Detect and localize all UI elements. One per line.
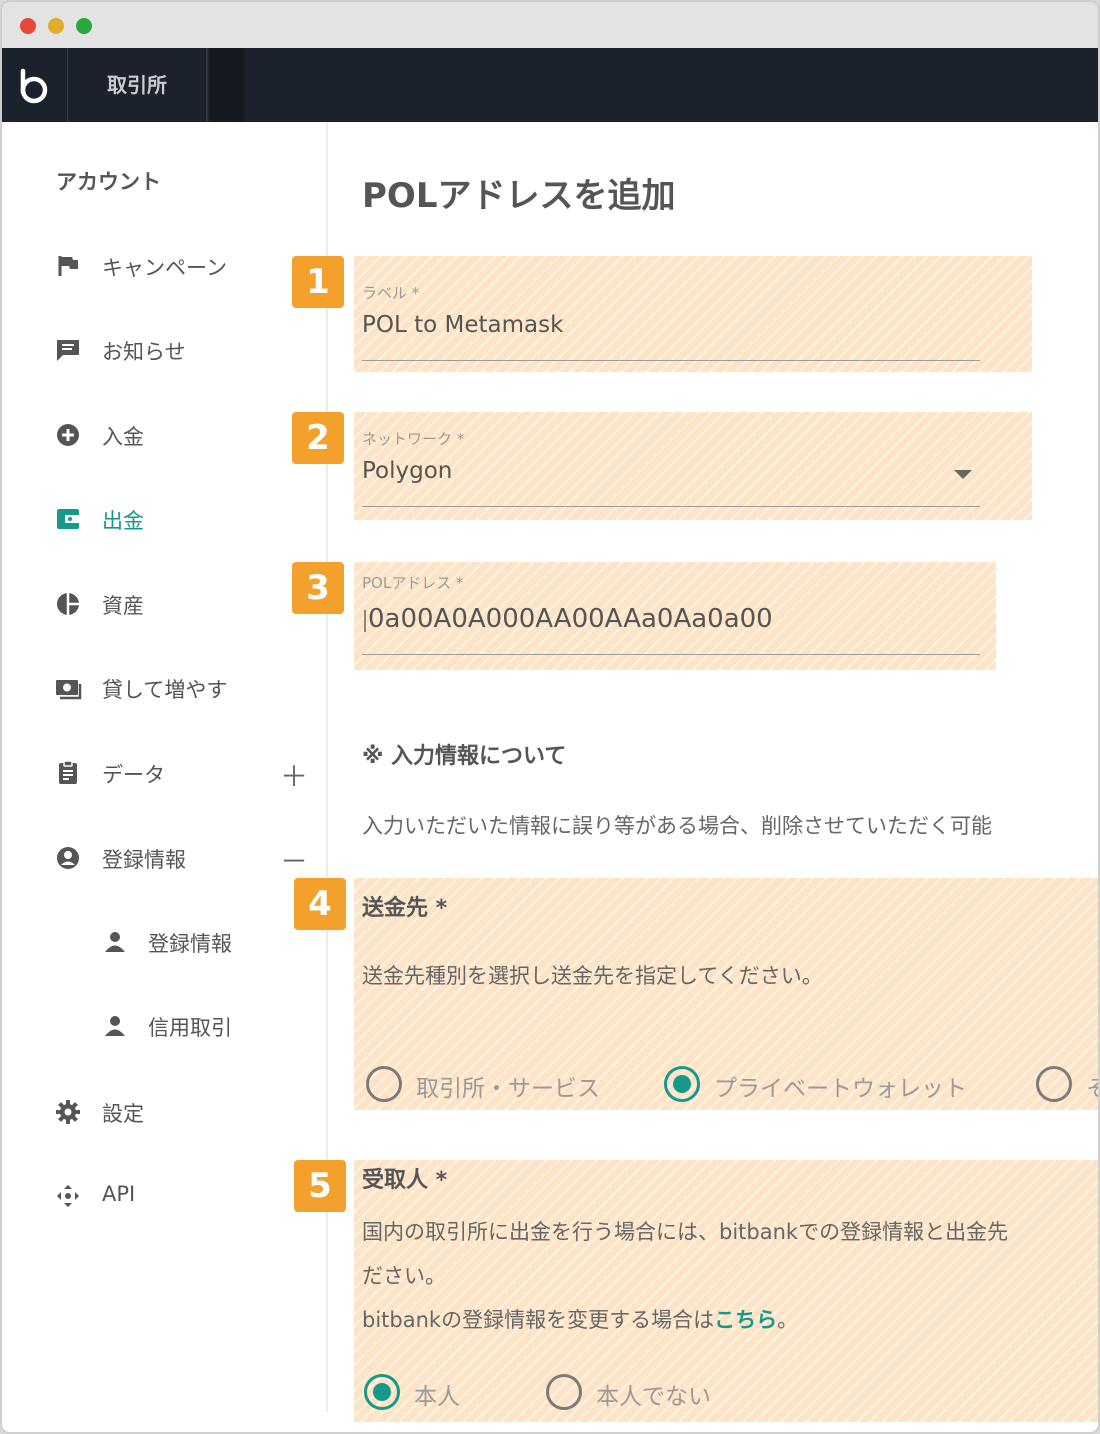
close-window-button[interactable]	[20, 18, 36, 34]
bitbank-logo[interactable]	[2, 48, 68, 122]
person-icon	[105, 932, 125, 952]
network-select-label: ネットワーク *	[362, 430, 465, 448]
sidebar-item-label: 登録情報	[148, 932, 232, 956]
label-field[interactable]: ラベル * POL to Metamask	[354, 256, 1032, 372]
radio-circle	[366, 1066, 402, 1102]
destination-section: 送金先 * 送金先種別を選択し送金先を指定してください。 取引所・サービス プラ…	[354, 878, 1098, 1110]
bitbank-logo-icon	[20, 68, 48, 104]
sidebar-item-settings[interactable]: 設定	[54, 1092, 314, 1132]
address-field-label: POLアドレス *	[362, 574, 464, 592]
recipient-section: 受取人 * 国内の取引所に出金を行う場合には、bitbankでの登録情報と出金先…	[354, 1160, 1098, 1422]
collapse-toggle[interactable]: －	[280, 840, 308, 880]
input-underline	[362, 654, 980, 655]
account-circle-icon	[57, 847, 79, 869]
sidebar-item-withdraw[interactable]: 出金	[54, 499, 314, 539]
app-header: 取引所	[2, 48, 1098, 122]
step-badge-4: 4	[294, 878, 346, 930]
clipboard-icon	[59, 760, 77, 784]
plus-circle-icon	[57, 424, 79, 446]
flag-icon	[58, 256, 78, 276]
maximize-window-button[interactable]	[76, 18, 92, 34]
step-badge-5: 5	[294, 1160, 346, 1212]
nav-spacer	[210, 48, 244, 122]
radio-label: プライベートウォレット	[714, 1076, 967, 1102]
pie-chart-icon	[57, 592, 80, 616]
nav-tab-exchange[interactable]: 取引所	[68, 48, 208, 122]
sidebar-item-deposit[interactable]: 入金	[54, 415, 314, 455]
recipient-text-line2: ださい。	[362, 1264, 446, 1288]
network-select-value[interactable]: Polygon	[362, 458, 452, 484]
address-field-input[interactable]: 0a00A0A000AA00AAa0Aa0a00	[368, 604, 773, 634]
sidebar-item-label: 貸して増やす	[102, 678, 228, 702]
recipient-text-line1: 国内の取引所に出金を行う場合には、bitbankでの登録情報と出金先	[362, 1220, 1009, 1244]
step-badge-2: 2	[292, 412, 344, 464]
sidebar-item-label: 信用取引	[148, 1016, 232, 1040]
dropdown-arrow-icon[interactable]	[952, 468, 974, 480]
person-icon	[105, 1016, 125, 1036]
sidebar-item-label: キャンペーン	[102, 256, 227, 280]
page-title: POLアドレスを追加	[362, 176, 676, 216]
sidebar-item-registration[interactable]: 登録情報 －	[54, 838, 314, 878]
window-titlebar	[2, 2, 1098, 48]
sidebar-item-news[interactable]: お知らせ	[54, 330, 314, 370]
step-badge-1: 1	[292, 256, 344, 308]
expand-toggle[interactable]: ＋	[280, 755, 308, 795]
sidebar-item-label: API	[102, 1182, 136, 1206]
text-cursor	[364, 610, 366, 632]
sidebar-item-data[interactable]: データ ＋	[54, 753, 314, 793]
sidebar-heading: アカウント	[56, 170, 161, 194]
sidebar-item-lending[interactable]: 貸して増やす	[54, 668, 314, 708]
radio-label: そ	[1086, 1069, 1098, 1103]
radio-circle	[546, 1374, 582, 1410]
info-text: 入力いただいた情報に誤り等がある場合、削除させていただく可能	[362, 814, 992, 838]
destination-heading: 送金先 *	[362, 896, 448, 921]
radio-label: 本人でない	[596, 1384, 711, 1410]
label-field-label: ラベル *	[362, 284, 420, 302]
sidebar-item-label: データ	[102, 763, 165, 787]
api-icon	[57, 1185, 79, 1207]
info-heading: ※ 入力情報について	[362, 744, 567, 769]
sidebar-item-label: 出金	[102, 509, 144, 533]
main-content: POLアドレスを追加 1 ラベル * POL to Metamask 2 ネット…	[292, 122, 1098, 1432]
address-field[interactable]: POLアドレス * 0a00A0A000AA00AAa0Aa0a00	[354, 562, 996, 670]
gear-icon	[56, 1100, 80, 1124]
message-icon	[57, 340, 79, 361]
input-underline	[362, 360, 980, 361]
input-underline	[362, 506, 980, 507]
minimize-window-button[interactable]	[48, 18, 64, 34]
sidebar-item-campaign[interactable]: キャンペーン	[54, 246, 314, 286]
sidebar-subitem-margin[interactable]: 信用取引	[102, 1006, 322, 1046]
sidebar-item-label: お知らせ	[102, 340, 186, 364]
radio-label: 本人	[414, 1384, 460, 1410]
destination-description: 送金先種別を選択し送金先を指定してください。	[362, 964, 823, 988]
recipient-text-suffix: 。	[777, 1308, 799, 1332]
sidebar-item-label: 設定	[102, 1102, 144, 1126]
wallet-icon	[57, 509, 79, 529]
radio-circle	[364, 1374, 400, 1410]
sidebar-item-label: 登録情報	[102, 848, 186, 872]
sidebar-item-label: 入金	[102, 425, 144, 449]
radio-circle	[664, 1066, 700, 1102]
label-field-input[interactable]: POL to Metamask	[362, 312, 563, 338]
network-select[interactable]: ネットワーク * Polygon	[354, 412, 1032, 520]
money-icon	[56, 680, 82, 700]
sidebar-item-label: 資産	[102, 594, 144, 618]
recipient-text-line3: bitbankの登録情報を変更する場合はこちら。	[362, 1304, 798, 1334]
sidebar-item-assets[interactable]: 資産	[54, 584, 314, 624]
radio-label: 取引所・サービス	[416, 1076, 600, 1102]
radio-circle	[1036, 1066, 1072, 1102]
recipient-heading: 受取人 *	[362, 1168, 448, 1193]
sidebar-subitem-registration[interactable]: 登録情報	[102, 922, 322, 962]
sidebar-item-api[interactable]: API	[54, 1176, 314, 1216]
sidebar: アカウント キャンペーン お知らせ 入金 出金 資産 貸して増やす データ ＋ …	[2, 122, 328, 1412]
recipient-text-prefix: bitbankの登録情報を変更する場合は	[362, 1308, 715, 1332]
app-window: 取引所 アカウント キャンペーン お知らせ 入金 出金 資産 貸して増やす デー…	[0, 0, 1100, 1434]
change-registration-link[interactable]: こちら	[714, 1308, 777, 1332]
step-badge-3: 3	[292, 562, 344, 614]
